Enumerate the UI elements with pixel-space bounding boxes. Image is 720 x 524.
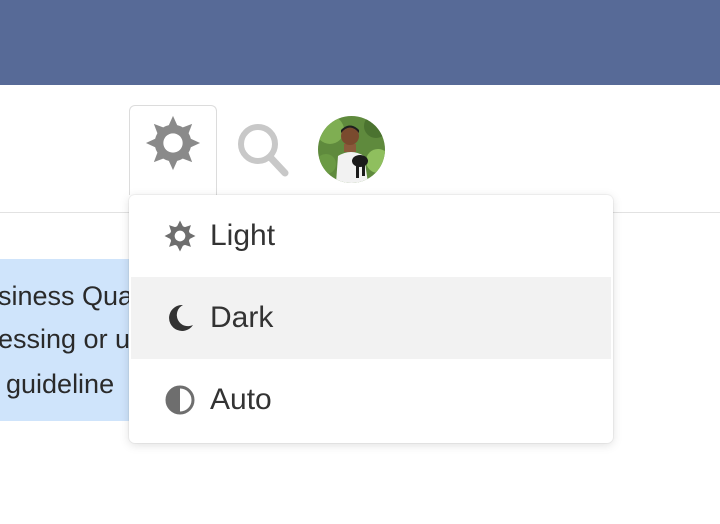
sun-gear-icon [145, 115, 201, 170]
theme-option-label: Dark [210, 301, 274, 334]
alert-text-line-3: guideline [6, 369, 115, 399]
half-circle-icon [164, 384, 196, 416]
theme-option-dark[interactable]: Dark [131, 277, 611, 359]
info-alert: siness Qua essing or u guideline [0, 259, 140, 421]
sun-icon [164, 220, 196, 252]
search-button[interactable] [233, 120, 293, 180]
avatar-photo [318, 116, 385, 183]
theme-toggle-button[interactable] [129, 105, 217, 195]
theme-menu: Light Dark Auto [129, 195, 613, 443]
theme-option-label: Light [210, 219, 276, 252]
user-avatar[interactable] [318, 116, 385, 183]
theme-option-label: Auto [210, 383, 272, 416]
theme-option-light[interactable]: Light [131, 195, 611, 277]
search-icon [238, 124, 289, 177]
moon-icon [164, 302, 196, 334]
theme-option-auto[interactable]: Auto [131, 359, 611, 441]
top-navbar [0, 0, 720, 85]
alert-text-line-1: siness Qua [0, 281, 134, 311]
alert-text-line-2: essing or u [0, 324, 131, 354]
